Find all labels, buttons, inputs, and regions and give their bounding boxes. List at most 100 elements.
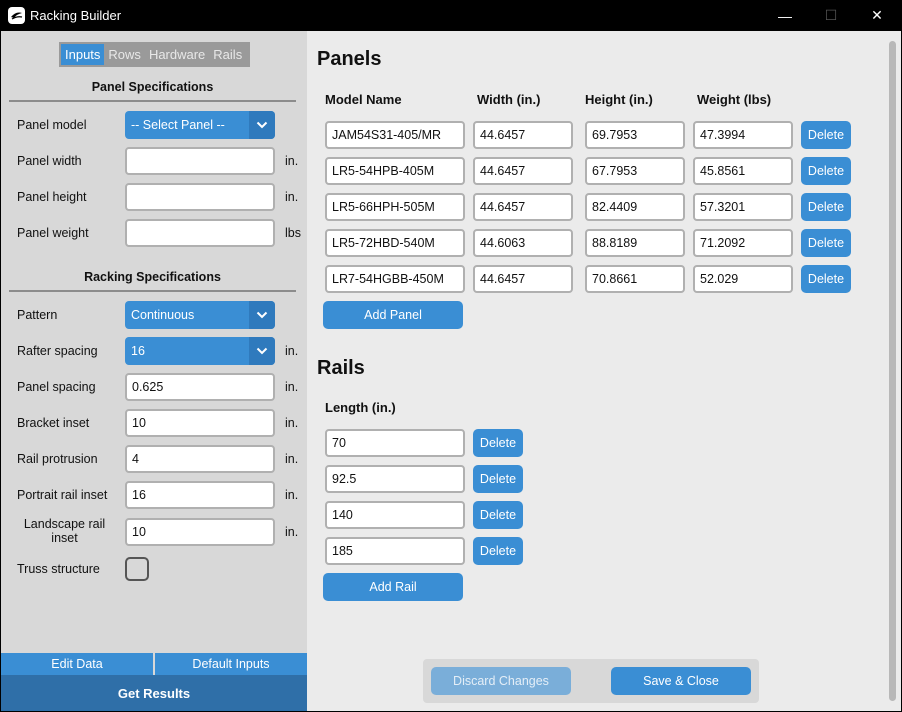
panel-spacing-label: Panel spacing — [17, 380, 96, 394]
maximize-icon: ☐ — [824, 7, 838, 23]
bracket-inset-label: Bracket inset — [17, 416, 90, 430]
delete-panel-button[interactable]: Delete — [801, 193, 851, 221]
divider — [9, 100, 296, 102]
landscape-rail-inset-unit: in. — [285, 525, 299, 539]
weight-header: Weight (lbs) — [697, 92, 772, 107]
chevron-down-icon — [249, 337, 275, 365]
height-input[interactable]: 70.8661 — [585, 265, 685, 293]
delete-panel-button[interactable]: Delete — [801, 229, 851, 257]
model-name-input[interactable]: LR5-72HBD-540M — [325, 229, 465, 257]
editor-pane: Panels Model Name Width (in.) Height (in… — [307, 31, 901, 711]
width-input[interactable]: 44.6457 — [473, 157, 573, 185]
delete-panel-button[interactable]: Delete — [801, 121, 851, 149]
model-name-input[interactable]: LR7-54HGBB-450M — [325, 265, 465, 293]
panel-spacing-unit: in. — [285, 380, 299, 394]
rails-heading: Rails — [317, 357, 365, 379]
maximize-button[interactable]: ☐ — [808, 0, 854, 31]
inputs-sidebar: Inputs Rows Hardware Rails Panel Specifi… — [1, 31, 307, 711]
panel-model-value: -- Select Panel -- — [131, 118, 225, 132]
truss-structure-label: Truss structure — [17, 562, 100, 576]
panel-weight-unit: lbs — [285, 226, 301, 240]
save-close-button[interactable]: Save & Close — [611, 667, 751, 695]
discard-changes-button[interactable]: Discard Changes — [431, 667, 571, 695]
close-button[interactable]: ✕ — [854, 0, 900, 31]
app-logo-icon — [8, 7, 25, 24]
weight-input[interactable]: 47.3994 — [693, 121, 793, 149]
vertical-scrollbar[interactable] — [889, 41, 896, 701]
divider — [9, 290, 296, 292]
model-name-input[interactable]: LR5-66HPH-505M — [325, 193, 465, 221]
delete-rail-button[interactable]: Delete — [473, 501, 523, 529]
width-input[interactable]: 44.6457 — [473, 265, 573, 293]
rafter-spacing-label: Rafter spacing — [17, 344, 98, 358]
tab-rails[interactable]: Rails — [209, 44, 246, 65]
rail-length-input[interactable]: 70 — [325, 429, 465, 457]
minimize-icon: — — [778, 7, 792, 24]
height-input[interactable]: 69.7953 — [585, 121, 685, 149]
portrait-rail-inset-label: Portrait rail inset — [17, 488, 108, 502]
tab-inputs[interactable]: Inputs — [61, 44, 105, 65]
get-results-button[interactable]: Get Results — [1, 675, 307, 711]
model-name-input[interactable]: JAM54S31-405/MR — [325, 121, 465, 149]
delete-rail-button[interactable]: Delete — [473, 537, 523, 565]
portrait-rail-inset-input[interactable]: 16 — [125, 481, 275, 509]
rail-length-input[interactable]: 92.5 — [325, 465, 465, 493]
width-input[interactable]: 44.6457 — [473, 121, 573, 149]
weight-input[interactable]: 57.3201 — [693, 193, 793, 221]
chevron-down-icon — [249, 301, 275, 329]
minimize-button[interactable]: — — [762, 0, 808, 31]
panel-weight-input[interactable] — [125, 219, 275, 247]
delete-rail-button[interactable]: Delete — [473, 465, 523, 493]
rail-protrusion-unit: in. — [285, 452, 299, 466]
tab-hardware[interactable]: Hardware — [145, 44, 209, 65]
model-name-header: Model Name — [325, 92, 402, 107]
panel-height-unit: in. — [285, 190, 299, 204]
title-bar[interactable]: Racking Builder — ☐ ✕ — [0, 0, 902, 31]
panel-width-input[interactable] — [125, 147, 275, 175]
weight-input[interactable]: 45.8561 — [693, 157, 793, 185]
width-header: Width (in.) — [477, 92, 541, 107]
edit-data-button[interactable]: Edit Data — [1, 653, 153, 675]
length-header: Length (in.) — [325, 400, 396, 415]
weight-input[interactable]: 52.029 — [693, 265, 793, 293]
delete-rail-button[interactable]: Delete — [473, 429, 523, 457]
rafter-spacing-dropdown[interactable]: 16 — [125, 337, 275, 365]
add-rail-button[interactable]: Add Rail — [323, 573, 463, 601]
truss-structure-checkbox[interactable] — [125, 557, 149, 581]
pattern-dropdown[interactable]: Continuous — [125, 301, 275, 329]
weight-input[interactable]: 71.2092 — [693, 229, 793, 257]
chevron-down-icon — [249, 111, 275, 139]
width-input[interactable]: 44.6063 — [473, 229, 573, 257]
panel-height-input[interactable] — [125, 183, 275, 211]
rail-protrusion-label: Rail protrusion — [17, 452, 98, 466]
rail-length-input[interactable]: 140 — [325, 501, 465, 529]
delete-panel-button[interactable]: Delete — [801, 265, 851, 293]
panel-width-label: Panel width — [17, 154, 82, 168]
height-input[interactable]: 82.4409 — [585, 193, 685, 221]
height-input[interactable]: 67.7953 — [585, 157, 685, 185]
panel-model-label: Panel model — [17, 118, 87, 132]
default-inputs-button[interactable]: Default Inputs — [155, 653, 307, 675]
rail-protrusion-input[interactable]: 4 — [125, 445, 275, 473]
panel-spacing-input[interactable]: 0.625 — [125, 373, 275, 401]
bracket-inset-input[interactable]: 10 — [125, 409, 275, 437]
model-name-input[interactable]: LR5-54HPB-405M — [325, 157, 465, 185]
bracket-inset-unit: in. — [285, 416, 299, 430]
landscape-rail-inset-label: Landscape rail inset — [17, 517, 112, 545]
app-window: Racking Builder — ☐ ✕ Inputs Rows Hardwa… — [0, 0, 902, 712]
height-input[interactable]: 88.8189 — [585, 229, 685, 257]
panel-specs-heading: Panel Specifications — [91, 80, 214, 94]
tab-bar: Inputs Rows Hardware Rails — [59, 42, 250, 67]
width-input[interactable]: 44.6457 — [473, 193, 573, 221]
rail-length-input[interactable]: 185 — [325, 537, 465, 565]
tab-rows[interactable]: Rows — [104, 44, 145, 65]
window-title: Racking Builder — [30, 8, 122, 23]
landscape-label-line1: Landscape rail — [23, 517, 106, 531]
panel-model-dropdown[interactable]: -- Select Panel -- — [125, 111, 275, 139]
pattern-label: Pattern — [17, 308, 58, 322]
action-footer: Discard Changes Save & Close — [423, 659, 759, 703]
racking-specs-heading: Racking Specifications — [84, 270, 221, 284]
delete-panel-button[interactable]: Delete — [801, 157, 851, 185]
add-panel-button[interactable]: Add Panel — [323, 301, 463, 329]
landscape-rail-inset-input[interactable]: 10 — [125, 518, 275, 546]
